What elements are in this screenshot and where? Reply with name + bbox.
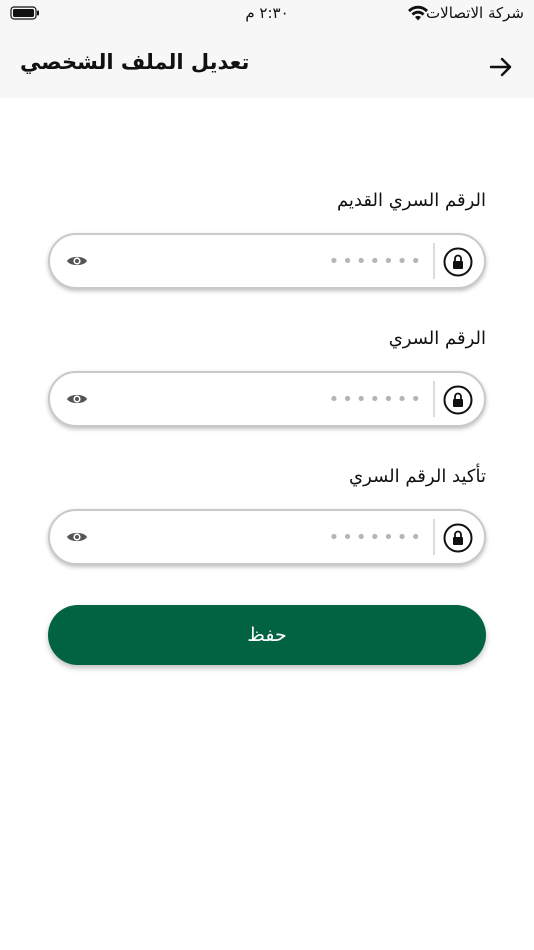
- eye-icon[interactable]: [66, 389, 88, 409]
- app-header: تعديل الملف الشخصي: [0, 30, 534, 98]
- eye-icon[interactable]: [66, 251, 88, 271]
- eye-icon[interactable]: [66, 527, 88, 547]
- battery-icon: [10, 6, 39, 20]
- confirm-password-input[interactable]: [110, 521, 424, 553]
- confirm-password-field: [48, 509, 486, 565]
- old-password-field: [48, 233, 486, 289]
- new-password-field: [48, 371, 486, 427]
- confirm-password-label: تأكيد الرقم السري: [349, 466, 486, 487]
- new-password-label: الرقم السري: [388, 328, 486, 349]
- lock-icon: [443, 523, 473, 553]
- field-divider: [433, 381, 435, 417]
- save-button[interactable]: حفظ: [48, 605, 486, 665]
- field-divider: [433, 243, 435, 279]
- old-password-input[interactable]: [110, 245, 424, 277]
- old-password-label: الرقم السري القديم: [336, 190, 486, 211]
- status-bar: شركة الاتصالات ٢:٣٠ م: [0, 0, 534, 30]
- page-title: تعديل الملف الشخصي: [20, 50, 250, 74]
- lock-icon: [443, 385, 473, 415]
- status-time: ٢:٣٠ م: [245, 4, 289, 22]
- new-password-input[interactable]: [110, 383, 424, 415]
- lock-icon: [443, 247, 473, 277]
- arrow-right-icon[interactable]: [488, 54, 514, 80]
- field-divider: [433, 519, 435, 555]
